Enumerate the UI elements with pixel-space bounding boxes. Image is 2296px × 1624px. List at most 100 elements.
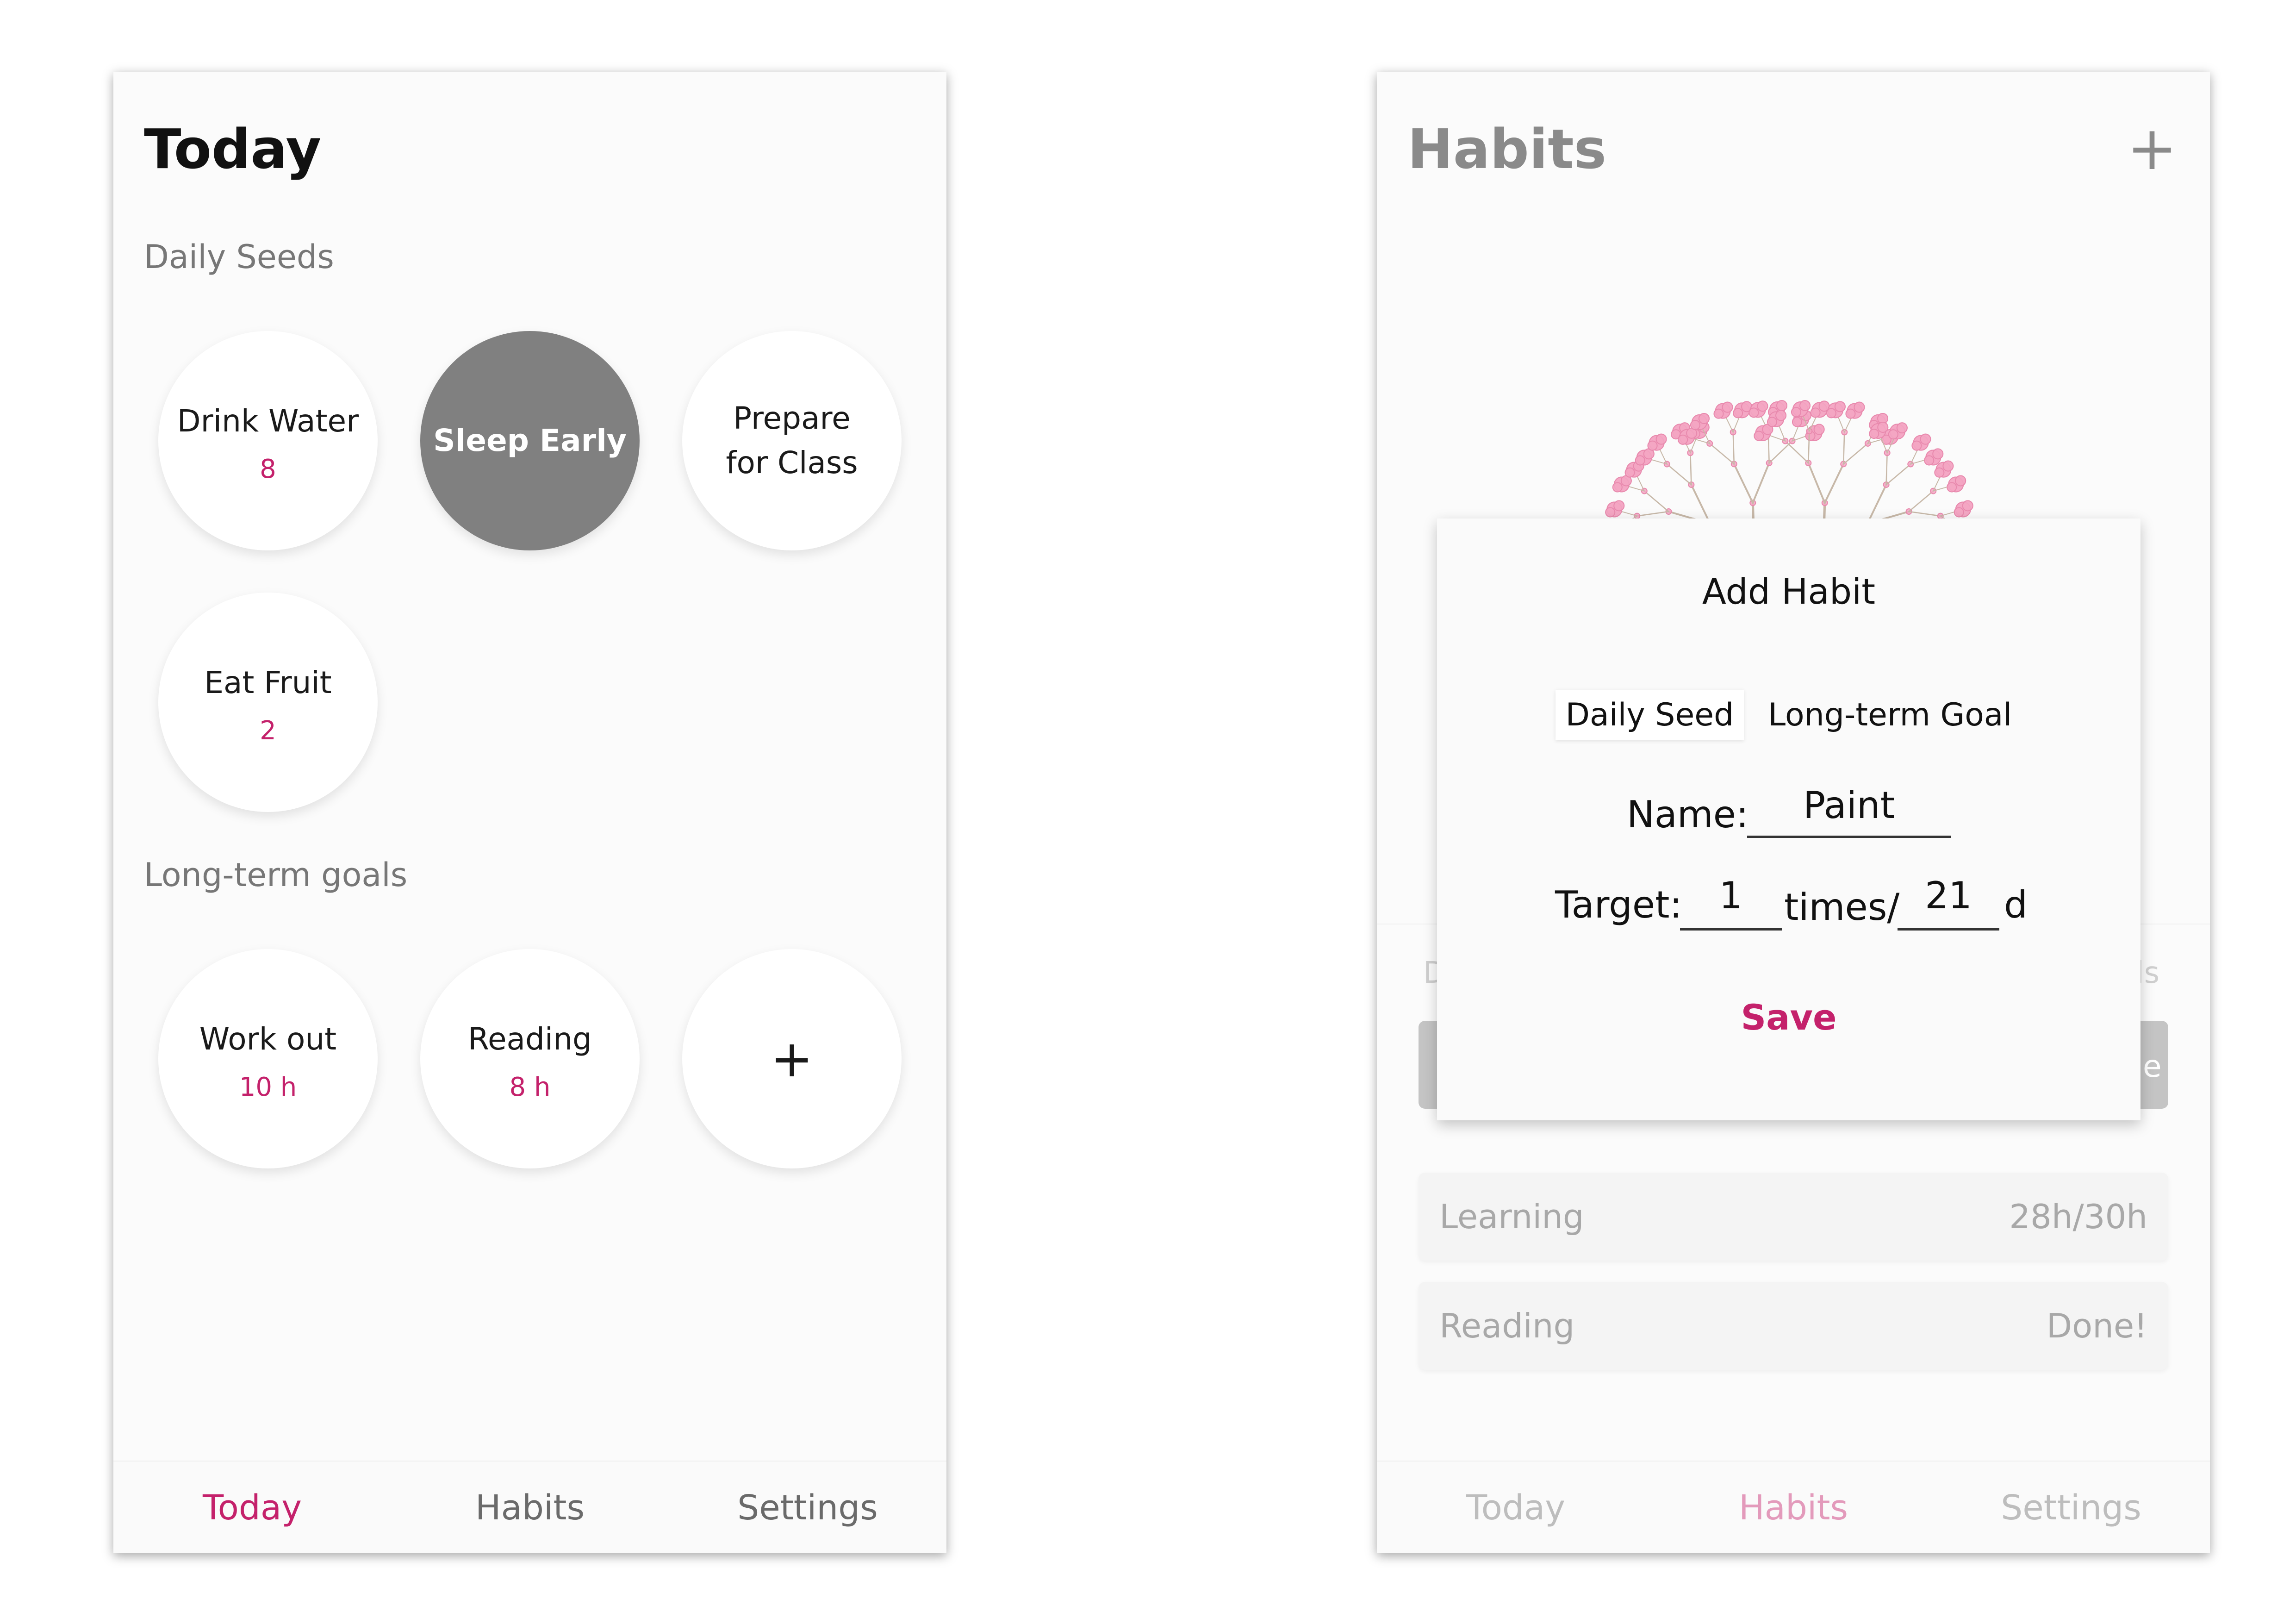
tree-blossom: [1947, 482, 1957, 493]
tree-blossom: [1678, 434, 1688, 445]
name-field[interactable]: Paint: [1747, 787, 1951, 838]
tree-blossom: [1775, 410, 1787, 421]
obscured-text: e: [2143, 1049, 2162, 1084]
tree-blossom: [1954, 507, 1964, 518]
tree-blossom: [1962, 500, 1973, 512]
target-times-field[interactable]: 1: [1680, 877, 1782, 931]
tree-blossom: [1845, 408, 1856, 419]
tree-blossom: [1722, 401, 1733, 413]
tree-blossom: [1635, 455, 1645, 466]
tree-branch: [1643, 490, 1669, 512]
habit-row-value: 28h/30h: [2009, 1197, 2147, 1236]
seed-name: Drink Water: [177, 403, 359, 439]
seed-count: 2: [260, 715, 276, 746]
plus-icon[interactable]: +: [2127, 118, 2178, 178]
bottom-nav: Today Habits Settings: [113, 1461, 946, 1553]
tree-blossom: [1834, 401, 1846, 412]
tree-branch: [1732, 431, 1735, 465]
tree-blossom: [1748, 407, 1759, 418]
seed-prepare-for-class[interactable]: Prepare for Class: [682, 331, 902, 550]
tree-branch: [1908, 490, 1934, 512]
tree-blossom: [1647, 440, 1658, 451]
tree-blossom: [1754, 431, 1764, 441]
tree-blossom: [1955, 475, 1966, 487]
habit-row-learning[interactable]: Learning 28h/30h: [1419, 1173, 2168, 1261]
nav-settings[interactable]: Settings: [669, 1462, 946, 1553]
tree-blossom: [1791, 407, 1802, 418]
save-button[interactable]: Save: [1437, 1000, 2140, 1035]
tree-branch: [1636, 511, 1669, 517]
tree-branch: [1690, 484, 1711, 525]
tree-blossom: [1613, 500, 1625, 512]
habit-row-reading[interactable]: Reading Done!: [1419, 1282, 2168, 1370]
tree-blossom: [1932, 448, 1944, 460]
tree-branch: [1666, 463, 1692, 486]
tree-branch: [1867, 484, 1887, 525]
habit-row-label: Learning: [1439, 1197, 1584, 1236]
tree-blossom: [1713, 408, 1724, 419]
tree-blossom: [1612, 482, 1623, 493]
tree-blossom: [1605, 507, 1616, 518]
seed-sleep-early[interactable]: Sleep Early: [420, 331, 640, 550]
habit-row-label: Reading: [1439, 1306, 1575, 1345]
tree-blossom: [1690, 420, 1700, 431]
plus-icon: +: [770, 1029, 814, 1088]
tree-blossom: [1767, 417, 1778, 427]
bottom-nav: Today Habits Settings: [1377, 1461, 2210, 1553]
add-goal-button[interactable]: +: [682, 949, 902, 1168]
page-title: Today: [144, 117, 322, 181]
goal-work-out[interactable]: Work out 10 h: [158, 949, 378, 1168]
tree-blossom: [1624, 467, 1635, 478]
tree-blossom: [1799, 400, 1811, 412]
tree-branch: [1785, 440, 1809, 464]
long-term-goals-heading: Long-term goals: [144, 856, 408, 894]
tree-blossom: [1911, 440, 1922, 451]
tree-blossom: [1826, 408, 1836, 418]
tree-blossom: [1792, 417, 1802, 427]
tree-blossom: [1896, 422, 1908, 434]
tree-blossom: [1757, 400, 1768, 412]
tree-blossom: [1776, 400, 1787, 412]
habit-row-value: Done!: [2046, 1306, 2147, 1345]
habit-type-tabs: Daily Seed Long-term Goal: [1437, 690, 2140, 740]
goal-name: Work out: [199, 1021, 337, 1057]
tree-branch: [1842, 431, 1845, 465]
tree-blossom: [1934, 467, 1945, 478]
seed-name: Eat Fruit: [204, 665, 332, 701]
nav-habits[interactable]: Habits: [1655, 1462, 1932, 1553]
nav-habits[interactable]: Habits: [391, 1462, 669, 1553]
tab-long-term-goal[interactable]: Long-term Goal: [1758, 690, 2022, 740]
tree-blossom: [1854, 401, 1865, 413]
target-days-field[interactable]: 21: [1898, 877, 1999, 931]
nav-today[interactable]: Today: [113, 1462, 391, 1553]
tree-blossom: [1810, 407, 1821, 418]
tree-branch: [1885, 452, 1888, 486]
target-label: Target:: [1555, 883, 1682, 926]
tree-branch: [1908, 511, 1941, 517]
seed-name: Sleep Early: [433, 423, 627, 459]
tree-blossom: [1733, 408, 1743, 418]
tab-daily-seed[interactable]: Daily Seed: [1555, 690, 1744, 740]
nav-today[interactable]: Today: [1377, 1462, 1655, 1553]
modal-title: Add Habit: [1702, 571, 1876, 612]
tree-blossom: [1869, 428, 1879, 439]
tree-blossom: [1813, 424, 1825, 435]
times-label: times/: [1784, 886, 1900, 929]
tree-branch: [1807, 462, 1826, 504]
tree-branch: [1690, 452, 1692, 486]
today-screen: Today Daily Seeds Drink Water 8 Sleep Ea…: [113, 72, 946, 1553]
tree-branch: [1733, 463, 1754, 504]
page-title: Habits: [1407, 117, 1606, 181]
nav-settings[interactable]: Settings: [1932, 1462, 2210, 1553]
seed-count: 8: [260, 454, 276, 484]
tree-blossom: [1920, 433, 1931, 445]
goal-reading[interactable]: Reading 8 h: [420, 949, 640, 1168]
habits-screen: Habits + D ls e Learning 28h/30h Reading…: [1377, 72, 2210, 1553]
tree-blossom: [1655, 433, 1667, 445]
tree-branch: [1709, 443, 1735, 465]
seed-eat-fruit[interactable]: Eat Fruit 2: [158, 593, 378, 812]
days-unit: d: [2004, 883, 2028, 926]
add-habit-modal: Add Habit Daily Seed Long-term Goal Name…: [1437, 518, 2140, 1120]
seed-drink-water[interactable]: Drink Water 8: [158, 331, 378, 550]
tree-blossom: [1698, 413, 1710, 425]
